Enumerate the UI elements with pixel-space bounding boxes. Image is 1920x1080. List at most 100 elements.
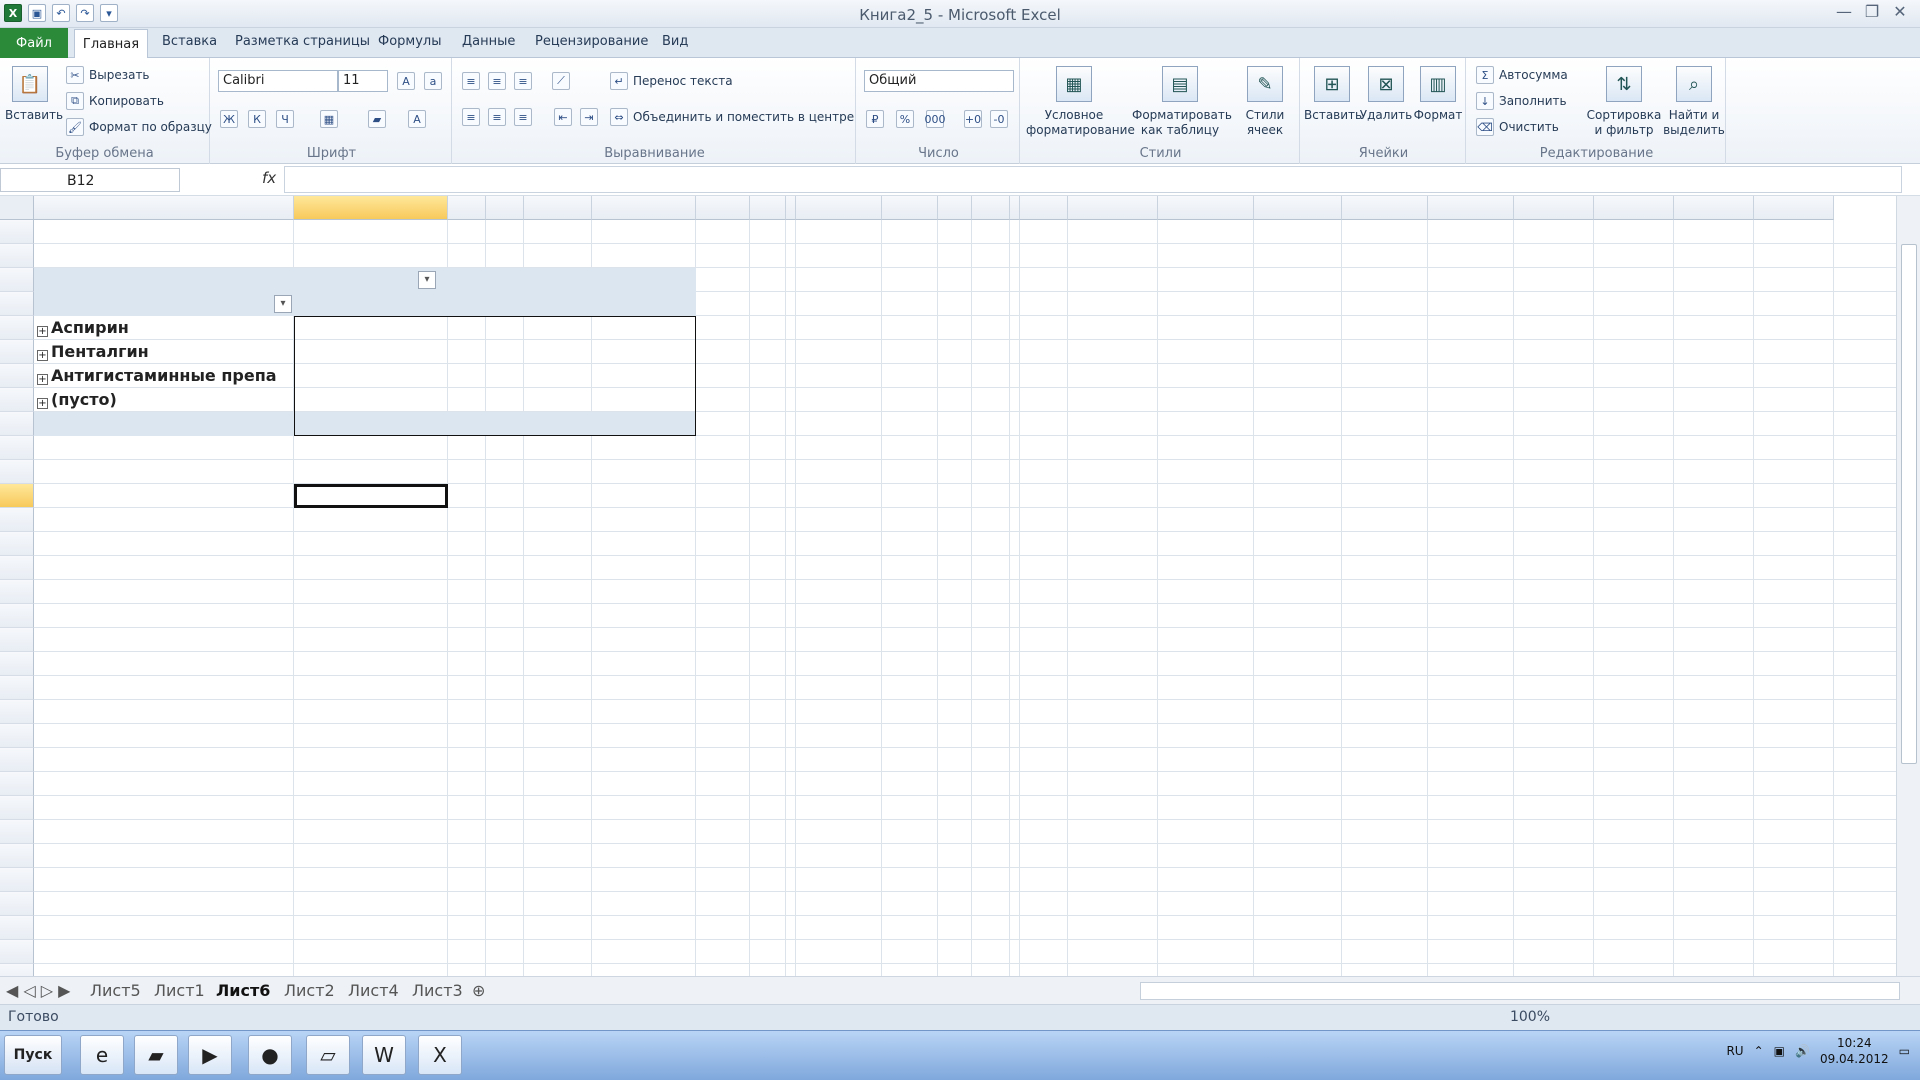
sheet-tab-list4[interactable]: Лист4 — [348, 981, 399, 1000]
font-name-select[interactable]: Calibri — [218, 70, 338, 92]
row-header-11[interactable] — [0, 460, 34, 484]
delete-cells-button[interactable]: ⊠ Удалить — [1358, 66, 1414, 123]
select-all-corner[interactable] — [0, 196, 34, 220]
column-header-a[interactable] — [34, 196, 294, 220]
pivot-value-cell[interactable] — [294, 388, 448, 412]
pivot-value-cell[interactable] — [592, 364, 696, 388]
column-header-p[interactable] — [1068, 196, 1158, 220]
tab-review[interactable]: Рецензирование — [535, 34, 648, 49]
column-header-l[interactable] — [938, 196, 972, 220]
bold-button[interactable]: Ж — [220, 110, 238, 128]
minimize-button[interactable]: — — [1832, 2, 1856, 22]
network-icon[interactable]: ▣ — [1774, 1044, 1785, 1058]
sheet-tab-list5[interactable]: Лист5 — [90, 981, 141, 1000]
number-format-select[interactable]: Общий — [864, 70, 1014, 92]
active-cell-b12[interactable] — [294, 484, 448, 508]
wrap-text-button[interactable]: ↵ Перенос текста — [610, 72, 733, 90]
column-header-j[interactable] — [796, 196, 882, 220]
row-header-5[interactable] — [0, 316, 34, 340]
row-header-32[interactable] — [0, 964, 34, 976]
row-header-18[interactable] — [0, 628, 34, 652]
tab-file[interactable]: Файл — [0, 28, 68, 58]
pivot-total-cell[interactable] — [524, 412, 592, 436]
tab-home[interactable]: Главная — [74, 29, 148, 59]
row-header-1[interactable] — [0, 220, 34, 244]
pivot-value-cell[interactable] — [524, 388, 592, 412]
row-header-4[interactable] — [0, 292, 34, 316]
tray-arrow-icon[interactable]: ⌃ — [1754, 1044, 1764, 1058]
thousands-button[interactable]: 000 — [925, 110, 946, 128]
sheet-tab-list1[interactable]: Лист1 — [154, 981, 205, 1000]
column-header-h[interactable] — [750, 196, 786, 220]
media-player-icon[interactable]: ▶ — [188, 1035, 232, 1075]
pivot-value-cell[interactable] — [448, 364, 486, 388]
row-header-21[interactable] — [0, 700, 34, 724]
tab-page-layout[interactable]: Разметка страницы — [235, 34, 370, 49]
column-header-g[interactable] — [696, 196, 750, 220]
copy-button[interactable]: ⧉ Копировать — [66, 92, 164, 110]
align-right-button[interactable]: ≡ — [514, 108, 532, 126]
formula-input[interactable] — [284, 166, 1902, 193]
increase-indent-button[interactable]: ⇥ — [580, 108, 598, 126]
folder-icon[interactable]: ▰ — [134, 1035, 178, 1075]
row-header-23[interactable] — [0, 748, 34, 772]
column-header-u[interactable] — [1514, 196, 1594, 220]
row-header-30[interactable] — [0, 916, 34, 940]
pivot-value-cell[interactable] — [294, 340, 448, 364]
column-header-v[interactable] — [1594, 196, 1674, 220]
pivot-row-label[interactable]: + Аспирин — [37, 316, 277, 340]
format-as-table-button[interactable]: ▤ Форматировать как таблицу — [1132, 66, 1232, 138]
row-header-22[interactable] — [0, 724, 34, 748]
column-header-q[interactable] — [1158, 196, 1254, 220]
show-desktop-icon[interactable]: ▭ — [1899, 1044, 1910, 1058]
pivot-value-cell[interactable] — [448, 316, 486, 340]
pivot-row-label[interactable]: +Антигистаминные препараты — [37, 364, 277, 388]
row-header-6[interactable] — [0, 340, 34, 364]
notes-icon[interactable]: ▱ — [306, 1035, 350, 1075]
pivot-value-cell[interactable] — [448, 388, 486, 412]
column-header-e[interactable] — [524, 196, 592, 220]
format-cells-button[interactable]: ▥ Формат — [1410, 66, 1466, 123]
row-header-7[interactable] — [0, 364, 34, 388]
orientation-button[interactable]: ⟋ — [552, 72, 570, 90]
row-header-8[interactable] — [0, 388, 34, 412]
pivot-value-cell[interactable] — [486, 364, 524, 388]
column-header-t[interactable] — [1428, 196, 1514, 220]
pivot-value-cell[interactable] — [294, 364, 448, 388]
paste-button[interactable]: 📋 Вставить — [5, 66, 63, 123]
row-header-29[interactable] — [0, 892, 34, 916]
column-header-r[interactable] — [1254, 196, 1342, 220]
column-header-d[interactable] — [486, 196, 524, 220]
pivot-value-cell[interactable] — [486, 388, 524, 412]
pivot-value-cell[interactable] — [294, 316, 448, 340]
decrease-decimal-button[interactable]: -0 — [990, 110, 1008, 128]
row-header-14[interactable] — [0, 532, 34, 556]
align-middle-button[interactable]: ≡ — [488, 72, 506, 90]
column-header-x[interactable] — [1754, 196, 1834, 220]
autosum-button[interactable]: Σ Автосумма — [1476, 66, 1568, 84]
pivot-value-cell[interactable] — [486, 340, 524, 364]
insert-function-button[interactable]: fx — [262, 169, 276, 187]
language-indicator[interactable]: RU — [1726, 1044, 1743, 1058]
column-header-n[interactable] — [1010, 196, 1020, 220]
pivot-value-cell[interactable] — [486, 316, 524, 340]
row-header-25[interactable] — [0, 796, 34, 820]
drug-filter-button[interactable]: ▾ — [274, 295, 292, 313]
merge-center-button[interactable]: ⇔ Объединить и поместить в центре — [610, 108, 854, 126]
find-select-button[interactable]: ⌕ Найти и выделить — [1662, 66, 1726, 138]
pivot-value-cell[interactable] — [592, 340, 696, 364]
fill-color-button[interactable]: ▰ — [368, 110, 386, 128]
italic-button[interactable]: К — [248, 110, 266, 128]
align-bottom-button[interactable]: ≡ — [514, 72, 532, 90]
row-header-3[interactable] — [0, 268, 34, 292]
row-header-20[interactable] — [0, 676, 34, 700]
borders-button[interactable]: ▦ — [320, 110, 338, 128]
firefox-icon[interactable]: ● — [248, 1035, 292, 1075]
column-header-w[interactable] — [1674, 196, 1754, 220]
currency-button[interactable]: ₽ — [866, 110, 884, 128]
internet-explorer-icon[interactable]: e — [80, 1035, 124, 1075]
new-sheet-icon[interactable]: ⊕ — [472, 981, 485, 1000]
align-center-button[interactable]: ≡ — [488, 108, 506, 126]
row-header-26[interactable] — [0, 820, 34, 844]
sheet-nav-icon[interactable]: ◀ ◁ ▷ ▶ — [6, 981, 70, 1000]
